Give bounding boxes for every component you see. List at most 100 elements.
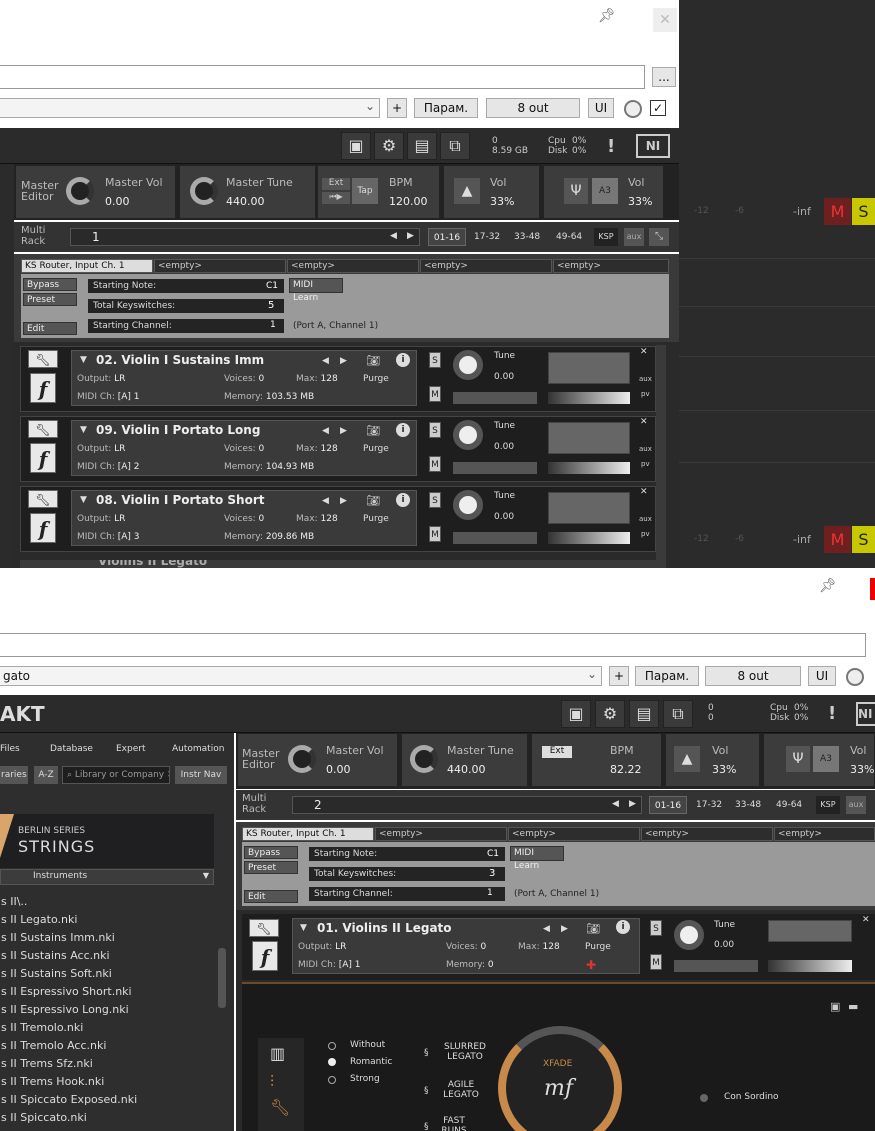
max-value[interactable]: 128 [321, 444, 338, 454]
file-list-item[interactable]: s II Spiccato Exposed.nki [0, 1091, 214, 1109]
tune-knob-2[interactable] [674, 920, 704, 950]
resize-icon-2[interactable]: ⧉ [663, 700, 693, 728]
transport-icons[interactable]: ⏮▶ [322, 192, 350, 204]
info-icon[interactable]: i [396, 423, 410, 437]
resize-icon[interactable]: ⧉ [440, 132, 470, 160]
add-button-2[interactable]: + [609, 666, 629, 686]
rack-tab-3[interactable]: 33-48 [514, 232, 540, 242]
starting-channel-value[interactable]: 1 [270, 320, 276, 330]
browser-tab-database[interactable]: Database [50, 744, 93, 754]
master-vol-knob[interactable] [66, 177, 94, 205]
collapse-icon[interactable]: ⤡ [649, 228, 669, 246]
script-tab-4-2[interactable]: <empty> [641, 827, 773, 841]
track1-mute-button[interactable]: M [824, 198, 851, 225]
close-icon[interactable]: ✕ [653, 8, 677, 32]
midi-learn-button[interactable]: MIDI Learn [289, 278, 343, 303]
ext-button-2[interactable]: Ext [542, 746, 572, 758]
library-search-input[interactable]: ⌕ Library or Company ✕ [62, 766, 170, 784]
camera-icon[interactable]: 📷︎ [366, 424, 380, 437]
bypass-button-2[interactable]: Bypass [244, 846, 298, 859]
file-list-item[interactable]: s II Trems Hook.nki [0, 1073, 214, 1091]
articulation-slurred-legato[interactable]: SLURRED LEGATO [439, 1042, 491, 1062]
remove-instrument-icon-2[interactable]: ✕ [862, 915, 870, 925]
max-value-2[interactable]: 128 [543, 942, 560, 952]
file-list-item[interactable]: s II Sustains Soft.nki [0, 965, 214, 983]
enable-checkbox[interactable]: ✓ [650, 100, 666, 116]
warning-icon[interactable]: ! [607, 136, 615, 157]
outputs-select[interactable]: 8 out [486, 98, 580, 118]
purge-button[interactable]: Purge [363, 374, 389, 384]
file-list-item[interactable]: s II Sustains Acc.nki [0, 947, 214, 965]
con-sordino-toggle[interactable] [700, 1094, 708, 1102]
rack-select[interactable] [70, 228, 420, 246]
file-list-item[interactable]: s II Tremolo Acc.nki [0, 1037, 214, 1055]
file-list-item[interactable]: s II Tremolo.nki [0, 1019, 214, 1037]
max-value[interactable]: 128 [321, 374, 338, 384]
tune-knob[interactable] [453, 490, 483, 520]
midi-value[interactable]: [A] 2 [118, 462, 140, 472]
camera-icon[interactable]: 📷︎ [366, 354, 380, 367]
dry-wet-knob-2[interactable] [846, 668, 864, 686]
bpm-value[interactable]: 120.00 [389, 195, 428, 208]
output-value[interactable]: LR [114, 514, 125, 524]
aux-button-2[interactable]: aux [846, 796, 866, 814]
dry-wet-knob[interactable] [624, 100, 642, 118]
pan-slider-2[interactable] [674, 960, 758, 972]
pan-slider[interactable] [453, 462, 537, 474]
instrument-next-icon[interactable]: ▶ [340, 426, 347, 436]
camera-icon[interactable]: 📷︎ [366, 494, 380, 507]
tuner-vol-value[interactable]: 33% [628, 195, 652, 208]
file-list-item[interactable]: s II Legato.nki [0, 911, 214, 929]
master-tune-knob[interactable] [190, 177, 218, 205]
output-value-2[interactable]: LR [335, 942, 346, 952]
metronome-vol-value-2[interactable]: 33% [712, 763, 736, 776]
camera-icon-2[interactable]: 📷︎ [586, 922, 600, 935]
info-icon[interactable]: i [396, 353, 410, 367]
metronome-icon-2[interactable]: ▲ [674, 746, 700, 772]
output-value[interactable]: LR [114, 374, 125, 384]
rack-tab-2-2[interactable]: 17-32 [696, 800, 722, 810]
wrench-icon[interactable]: 🔧︎ [28, 420, 58, 438]
save-icon[interactable]: ▣ [341, 132, 371, 160]
wrench-icon[interactable]: 🔧︎ [28, 490, 58, 508]
libraries-tab[interactable]: raries [0, 766, 28, 784]
tune-knob[interactable] [453, 350, 483, 380]
solo-button-2[interactable]: S [650, 920, 662, 936]
edit-button-2[interactable]: Edit [244, 890, 298, 903]
close-icon-2[interactable] [870, 578, 875, 600]
ui-button-2[interactable]: UI [808, 666, 836, 686]
outputs-select-2[interactable]: 8 out [705, 666, 801, 686]
save-icon-2[interactable]: ▣ [561, 700, 591, 728]
instr-nav-button[interactable]: Instr Nav [175, 766, 227, 784]
warning-icon-2[interactable]: ! [828, 703, 836, 724]
ui-button[interactable]: UI [588, 98, 614, 118]
midi-value-2[interactable]: [A] 1 [339, 960, 361, 970]
script-tab-1[interactable]: KS Router, Input Ch. 1 [21, 259, 153, 273]
instrument-prev-icon[interactable]: ◀ [322, 356, 329, 366]
preset-select-2[interactable]: gato ⌄ [0, 666, 602, 686]
articulation-agile-legato[interactable]: AGILE LEGATO [439, 1080, 483, 1100]
mute-button-2[interactable]: M [650, 954, 662, 970]
purge-button[interactable]: Purge [363, 444, 389, 454]
file-list-item[interactable]: s II Espressivo Long.nki [0, 1001, 214, 1019]
instruments-dropdown[interactable]: Instruments ▼ [0, 869, 214, 885]
rack-prev-icon[interactable]: ◀ [390, 231, 397, 241]
preset-select[interactable]: ⌄ [0, 98, 380, 118]
mute-button[interactable]: M [429, 386, 441, 402]
script-tab-2[interactable]: <empty> [154, 259, 286, 273]
rack-scrollbar[interactable] [656, 345, 666, 568]
articulation-fast-runs[interactable]: FAST RUNS [439, 1116, 469, 1131]
instrument-collapse-icon[interactable]: ▼ [80, 425, 87, 435]
file-list-item[interactable]: s II\.. [0, 893, 214, 911]
rack-next-icon[interactable]: ▶ [407, 231, 414, 241]
file-list-item[interactable]: s II Trems Sfz.nki [0, 1055, 214, 1073]
vibrato-radio-strong[interactable] [328, 1076, 336, 1084]
pan-slider[interactable] [453, 532, 537, 544]
browser-tab-automation[interactable]: Automation [172, 744, 224, 754]
clear-search-icon[interactable]: ✕ [167, 770, 169, 780]
purge-button[interactable]: Purge [363, 514, 389, 524]
tuning-fork-icon-2[interactable]: Ψ [786, 746, 810, 772]
instrument-prev-icon-2[interactable]: ◀ [543, 924, 550, 934]
articulation-icon-3[interactable]: § [424, 1122, 429, 1131]
instrument-next-icon[interactable]: ▶ [340, 496, 347, 506]
